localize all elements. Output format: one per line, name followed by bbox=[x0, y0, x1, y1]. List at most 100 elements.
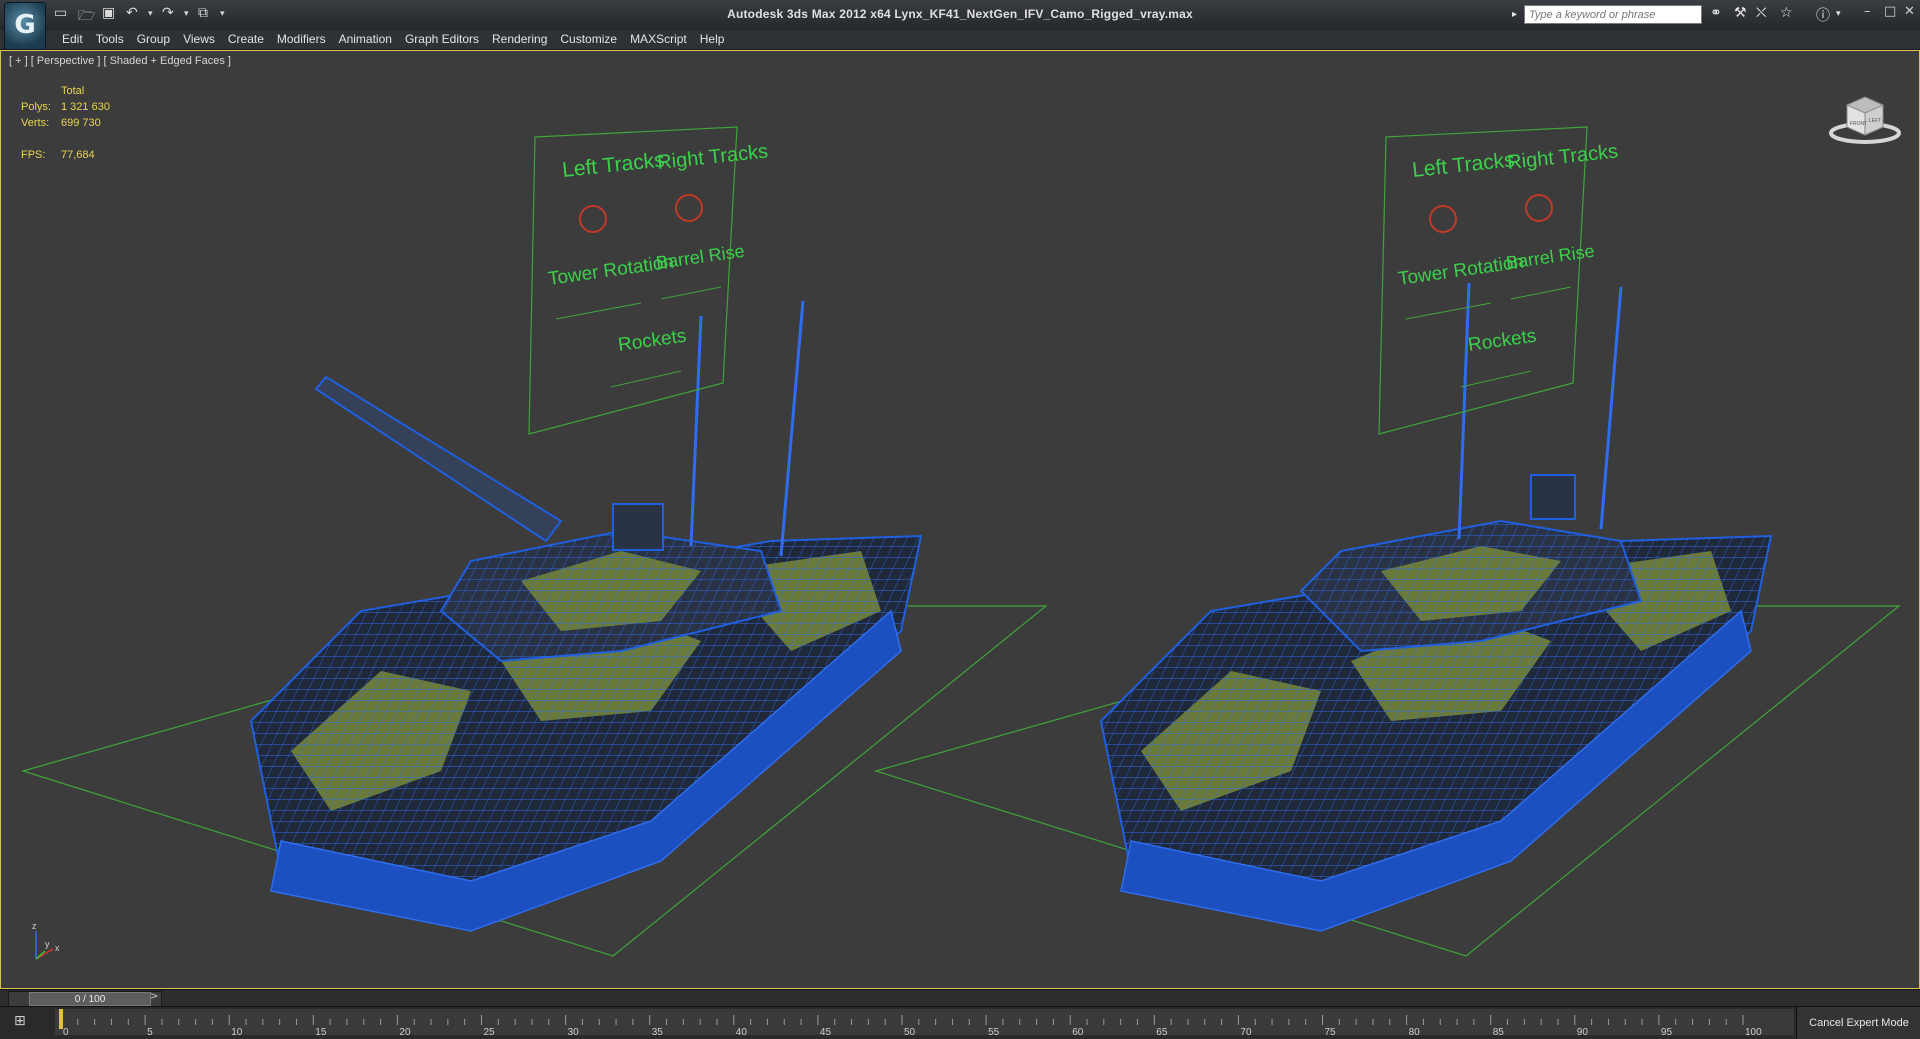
polys-label: Polys: bbox=[21, 101, 51, 113]
rig-label-right-tracks: Right Tracks bbox=[656, 140, 769, 173]
app-logo-icon: G bbox=[14, 10, 36, 40]
trackbar-tick-label: 90 bbox=[1577, 1027, 1589, 1038]
current-frame-marker[interactable] bbox=[59, 1009, 63, 1029]
viewport-label-menu[interactable]: [ + ] [ Perspective ] [ Shaded + Edged F… bbox=[9, 55, 231, 67]
rig-knob-right-tracks bbox=[675, 194, 703, 222]
maximize-icon[interactable]: □ bbox=[1884, 4, 1896, 19]
trackbar-tick-label: 80 bbox=[1409, 1027, 1421, 1038]
rig-label-rockets-r: Rockets bbox=[1467, 326, 1538, 356]
trackbar-tick-label: 40 bbox=[736, 1027, 748, 1038]
time-slider-next-icon[interactable]: > bbox=[150, 991, 158, 1002]
trackbar-tick-label: 95 bbox=[1661, 1027, 1673, 1038]
trackbar-tick-label: 50 bbox=[904, 1027, 916, 1038]
axis-gizmo: z x y bbox=[32, 921, 60, 960]
trackbar-tick-label: 100 bbox=[1745, 1027, 1762, 1038]
rig-slider-tower bbox=[555, 302, 642, 320]
menu-group[interactable]: Group bbox=[131, 30, 176, 49]
binoculars-icon[interactable]: ⚭ bbox=[1710, 5, 1722, 21]
menu-help[interactable]: Help bbox=[694, 30, 731, 49]
rig-label-left-tracks-r: Left Tracks bbox=[1411, 148, 1516, 182]
polys-value: 1 321 630 bbox=[61, 101, 110, 113]
viewcube-left-label: LEFT bbox=[1869, 118, 1881, 124]
menu-customize[interactable]: Customize bbox=[554, 30, 623, 49]
rig-label-barrel-rise: Barrel Rise bbox=[655, 241, 746, 273]
fps-label: FPS: bbox=[21, 149, 46, 161]
tank-right-antenna-2 bbox=[1599, 286, 1623, 530]
tank-left-barrel bbox=[314, 375, 563, 543]
rig-label-rockets: Rockets bbox=[617, 326, 688, 356]
help-icon[interactable]: ⓘ bbox=[1816, 5, 1830, 25]
tank-left-cupola bbox=[612, 503, 664, 551]
tank-left-antenna-1 bbox=[689, 315, 703, 547]
communication-center-icon[interactable]: ⛌ bbox=[1756, 5, 1766, 21]
fps-value: 77,684 bbox=[61, 149, 95, 161]
axis-x-label: x bbox=[55, 943, 60, 953]
time-slider-thumb[interactable]: 0 / 100 bbox=[29, 992, 151, 1006]
rig-knob-right-tracks-r bbox=[1525, 194, 1553, 222]
favorites-star-icon[interactable]: ☆ bbox=[1780, 5, 1793, 21]
axis-y-label: y bbox=[45, 939, 50, 949]
trackbar-tick-label: 20 bbox=[399, 1027, 411, 1038]
subscription-tools-icon[interactable]: ⚒ bbox=[1734, 5, 1747, 21]
tank-left-antenna-2 bbox=[779, 300, 805, 557]
rig-label-right-tracks-r: Right Tracks bbox=[1506, 140, 1619, 173]
trackbar-tick-label: 60 bbox=[1072, 1027, 1084, 1038]
mini-curve-editor-icon[interactable]: ⊞ bbox=[14, 1013, 26, 1029]
menu-edit[interactable]: Edit bbox=[56, 30, 89, 49]
trackbar-tick-label: 15 bbox=[315, 1027, 327, 1038]
trackbar-ruler[interactable]: 0 5 10 15 20 25 30 35 40 45 50 55 60 65 70 75 80 85 90 95 10… bbox=[55, 1007, 1796, 1039]
rig-slider-rockets-r bbox=[1460, 370, 1532, 388]
rig-slider-tower-r bbox=[1405, 302, 1492, 320]
trackbar-tick-label: 0 bbox=[63, 1027, 69, 1038]
menu-animation[interactable]: Animation bbox=[333, 30, 398, 49]
rig-slider-barrel-r bbox=[1510, 286, 1572, 300]
help-dropdown-icon[interactable]: ▾ bbox=[1836, 9, 1841, 19]
verts-value: 699 730 bbox=[61, 117, 101, 129]
rig-knob-left-tracks-r bbox=[1429, 205, 1457, 233]
viewcube-front-label: FRONT bbox=[1850, 121, 1867, 127]
search-expand-icon[interactable]: ▸ bbox=[1512, 9, 1517, 20]
menu-tools[interactable]: Tools bbox=[90, 30, 130, 49]
rig-label-left-tracks: Left Tracks bbox=[561, 148, 666, 182]
rig-slider-barrel bbox=[660, 286, 722, 300]
menu-graph-editors[interactable]: Graph Editors bbox=[399, 30, 485, 49]
trackbar-tick-label: 30 bbox=[568, 1027, 580, 1038]
time-slider-track[interactable]: 0 / 100 bbox=[8, 991, 162, 1007]
trackbar-tick-label: 45 bbox=[820, 1027, 832, 1038]
tank-right-cupola bbox=[1530, 474, 1576, 520]
menu-create[interactable]: Create bbox=[222, 30, 270, 49]
perspective-viewport[interactable]: Left Tracks Right Tracks Tower Rotation … bbox=[0, 50, 1920, 989]
axis-z-label: z bbox=[32, 921, 37, 931]
verts-label: Verts: bbox=[21, 117, 50, 129]
menu-maxscript[interactable]: MAXScript bbox=[624, 30, 693, 49]
trackbar-tick-label: 65 bbox=[1156, 1027, 1168, 1038]
search-input[interactable] bbox=[1524, 5, 1702, 24]
stats-header: Total bbox=[61, 85, 85, 97]
trackbar-tick-label: 85 bbox=[1493, 1027, 1505, 1038]
tank-left[interactable] bbox=[20, 126, 1048, 957]
trackbar-tick-label: 25 bbox=[484, 1027, 496, 1038]
track-bar[interactable]: ⊞ 0 5 10 15 20 25 30 35 40 45 50 55 60 65 70 75 80 85 90 95… bbox=[0, 1006, 1920, 1039]
menu-modifiers[interactable]: Modifiers bbox=[271, 30, 332, 49]
menu-bar: Edit Tools Group Views Create Modifiers … bbox=[0, 30, 1920, 50]
minimize-icon[interactable]: – bbox=[1864, 4, 1871, 19]
trackbar-tick-label: 75 bbox=[1325, 1027, 1337, 1038]
trackbar-tick-label: 70 bbox=[1240, 1027, 1252, 1038]
time-slider[interactable]: < 0 / 100 > bbox=[0, 989, 1920, 1007]
title-bar: G ▭ 🗁 ▣ ↶ ▾ ↷ ▾ ⧉ ▾ Autodesk 3ds Max 201… bbox=[0, 0, 1920, 50]
rig-knob-left-tracks bbox=[579, 205, 607, 233]
tank-right[interactable] bbox=[873, 126, 1901, 957]
rig-label-barrel-rise-r: Barrel Rise bbox=[1505, 241, 1596, 273]
trackbar-tick-label: 10 bbox=[231, 1027, 243, 1038]
statistics-overlay: Total Polys: 1 321 630 Verts: 699 730 FPS:… bbox=[21, 83, 110, 163]
menu-views[interactable]: Views bbox=[177, 30, 221, 49]
viewport-scene: Left Tracks Right Tracks Tower Rotation … bbox=[20, 126, 1901, 960]
trackbar-tick-label: 35 bbox=[652, 1027, 664, 1038]
cancel-expert-mode-button[interactable]: Cancel Expert Mode bbox=[1796, 1007, 1920, 1039]
close-icon[interactable]: ✕ bbox=[1904, 4, 1915, 19]
trackbar-tick-label: 5 bbox=[147, 1027, 153, 1038]
trackbar-tick-label: 55 bbox=[988, 1027, 1000, 1038]
menu-rendering[interactable]: Rendering bbox=[486, 30, 553, 49]
viewcube[interactable]: FRONT LEFT bbox=[1827, 89, 1903, 145]
application-menu-button[interactable]: G bbox=[4, 2, 46, 50]
